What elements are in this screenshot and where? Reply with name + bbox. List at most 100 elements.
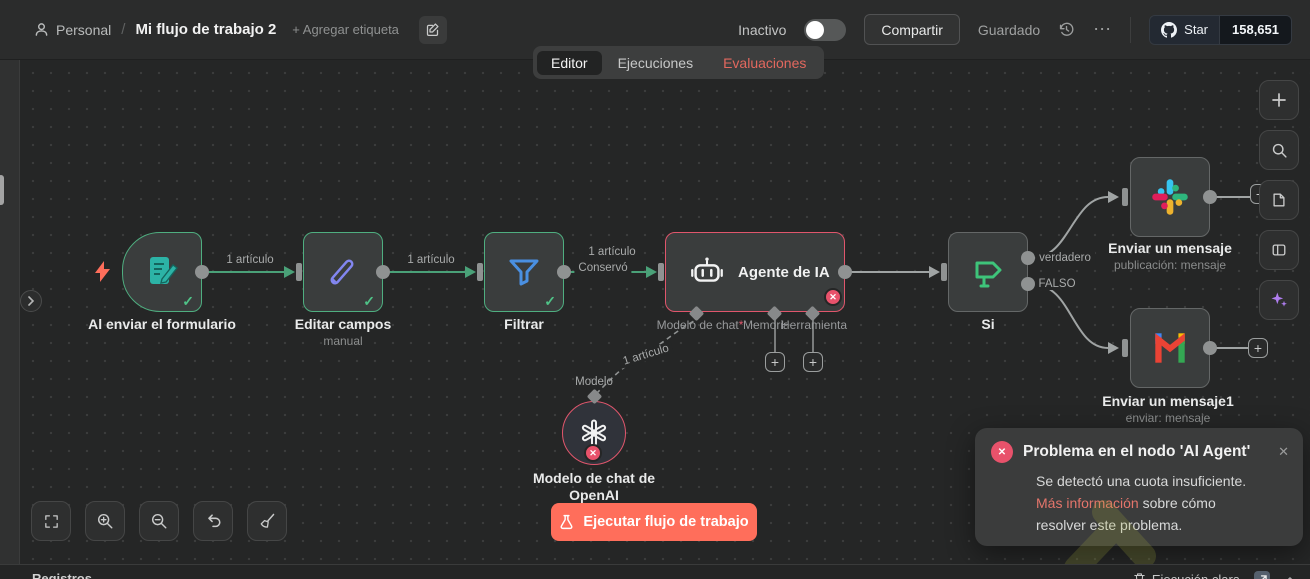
- node-ai-agent[interactable]: Agente de IA: [665, 232, 845, 312]
- funnel-icon: [509, 259, 539, 286]
- tab-evaluations[interactable]: Evaluaciones: [709, 51, 820, 75]
- open-in-new-icon: [1260, 574, 1267, 579]
- output-port-false[interactable]: [1021, 277, 1035, 291]
- signpost-icon: [975, 261, 1002, 288]
- run-workflow-button[interactable]: Ejecutar flujo de trabajo: [551, 503, 757, 541]
- output-port[interactable]: [195, 265, 209, 279]
- github-star-button[interactable]: Star: [1150, 15, 1219, 44]
- sticky-note-button[interactable]: [1259, 180, 1299, 220]
- node-subtitle-slack: publicación: mensaje: [1113, 258, 1227, 272]
- toast-more-info-link[interactable]: Más información: [1036, 495, 1139, 511]
- output-port[interactable]: [557, 265, 571, 279]
- edge-label-items: 1 artículo: [584, 246, 640, 258]
- node-label-ai-agent: Agente de IA: [738, 263, 830, 281]
- github-icon: [1161, 21, 1178, 38]
- add-memory-button[interactable]: +: [765, 352, 785, 372]
- active-toggle[interactable]: [804, 18, 847, 41]
- port-label-chat-model: Modelo de chat*: [656, 318, 744, 332]
- edge-label-kept: Conservó: [574, 262, 632, 274]
- node-slack[interactable]: [1130, 157, 1210, 237]
- output-label-false: FALSO: [1034, 278, 1080, 290]
- output-port[interactable]: [1203, 341, 1217, 355]
- error-toast: ✕ Problema en el nodo 'AI Agent' ✕ Se de…: [975, 428, 1303, 546]
- collapsed-sidebar: [0, 60, 20, 579]
- output-port-true[interactable]: [1021, 251, 1035, 265]
- flask-icon: [560, 514, 573, 530]
- undo-button[interactable]: [193, 501, 233, 541]
- trash-icon: [1134, 573, 1145, 579]
- pencil-icon: [330, 259, 354, 285]
- tab-executions[interactable]: Ejecuciones: [604, 51, 708, 75]
- sparkle-icon: [1271, 292, 1287, 307]
- error-badge-icon[interactable]: ✕: [824, 288, 842, 306]
- clear-execution-button[interactable]: Ejecución clara: [1133, 572, 1240, 579]
- sidebar-expand-button[interactable]: [20, 290, 42, 312]
- expand-logs-button[interactable]: [1284, 572, 1296, 579]
- node-edit-fields[interactable]: ✓: [303, 232, 383, 312]
- toast-line1: Se detectó una cuota insuficiente.: [1036, 473, 1247, 489]
- layout-icon: [1272, 244, 1286, 256]
- ai-assistant-button[interactable]: [1259, 280, 1299, 320]
- chevron-up-icon: [1287, 576, 1293, 579]
- workflow-title[interactable]: Mi flujo de trabajo 2: [135, 21, 276, 38]
- output-port[interactable]: [1203, 190, 1217, 204]
- more-options-button[interactable]: ⋯: [1093, 19, 1112, 40]
- robot-icon: [691, 257, 723, 282]
- node-if[interactable]: [948, 232, 1028, 312]
- node-label-openai-line2: OpenAI: [569, 487, 619, 503]
- slack-icon: [1152, 179, 1188, 215]
- tab-editor[interactable]: Editor: [537, 50, 602, 75]
- person-icon: [35, 23, 48, 36]
- node-filter[interactable]: ✓: [484, 232, 564, 312]
- edit-note-button[interactable]: [418, 15, 447, 44]
- zoom-out-button[interactable]: [139, 501, 179, 541]
- node-label-form-trigger: Al enviar el formulario: [88, 316, 236, 332]
- saved-status: Guardado: [977, 21, 1041, 38]
- search-canvas-button[interactable]: [1259, 130, 1299, 170]
- breadcrumb-separator: /: [121, 21, 126, 38]
- port-label-model: Modelo: [575, 376, 613, 388]
- node-label-if: Si: [981, 316, 995, 332]
- form-icon: [150, 257, 178, 284]
- node-label-gmail: Enviar un mensaje1: [1102, 393, 1234, 409]
- breadcrumb-project[interactable]: Personal: [34, 22, 111, 38]
- logs-panel-bar[interactable]: Registros Ejecución clara: [0, 564, 1310, 579]
- toast-close-button[interactable]: ✕: [1272, 444, 1289, 460]
- add-tag-button[interactable]: + Agregar etiqueta: [292, 22, 399, 37]
- note-icon: [1273, 193, 1285, 207]
- output-port[interactable]: [376, 265, 390, 279]
- toast-error-icon: ✕: [991, 441, 1013, 463]
- chevron-right-icon: [28, 296, 35, 306]
- gmail-icon: [1155, 333, 1185, 363]
- add-tool-button[interactable]: +: [803, 352, 823, 372]
- node-form-trigger[interactable]: ✓: [122, 232, 202, 312]
- open-logs-button[interactable]: [1254, 571, 1270, 579]
- add-node-button[interactable]: [1259, 80, 1299, 120]
- node-label-slack: Enviar un mensaje: [1108, 240, 1232, 256]
- node-label-edit-fields: Editar campos: [294, 316, 392, 332]
- toast-body: Se detectó una cuota insuficiente. Más i…: [1036, 470, 1289, 536]
- error-badge-icon[interactable]: ✕: [584, 444, 602, 462]
- github-star-widget[interactable]: Star 158,651: [1149, 14, 1292, 45]
- fit-view-button[interactable]: [31, 501, 71, 541]
- edge-label-items: 1 artículo: [222, 254, 278, 266]
- history-icon: [1060, 22, 1074, 36]
- edit-icon: [427, 23, 439, 36]
- success-check-icon: ✓: [363, 293, 375, 309]
- toggle-knob: [806, 20, 825, 39]
- logs-label: Registros: [32, 571, 92, 579]
- output-port[interactable]: [838, 265, 852, 279]
- add-node-endpoint[interactable]: +: [1248, 338, 1268, 358]
- plus-icon: [1272, 93, 1286, 107]
- history-button[interactable]: [1058, 21, 1075, 38]
- node-subtitle-edit-fields: manual: [323, 334, 363, 348]
- trigger-bolt-icon: [95, 261, 110, 282]
- tidy-up-button[interactable]: [247, 501, 287, 541]
- share-button[interactable]: Compartir: [864, 14, 960, 45]
- output-label-true: verdadero: [1035, 252, 1095, 264]
- success-check-icon: ✓: [182, 293, 194, 309]
- panel-layout-button[interactable]: [1259, 230, 1299, 270]
- node-gmail[interactable]: [1130, 308, 1210, 388]
- zoom-in-button[interactable]: [85, 501, 125, 541]
- edge-label-items: 1 artículo: [403, 254, 459, 266]
